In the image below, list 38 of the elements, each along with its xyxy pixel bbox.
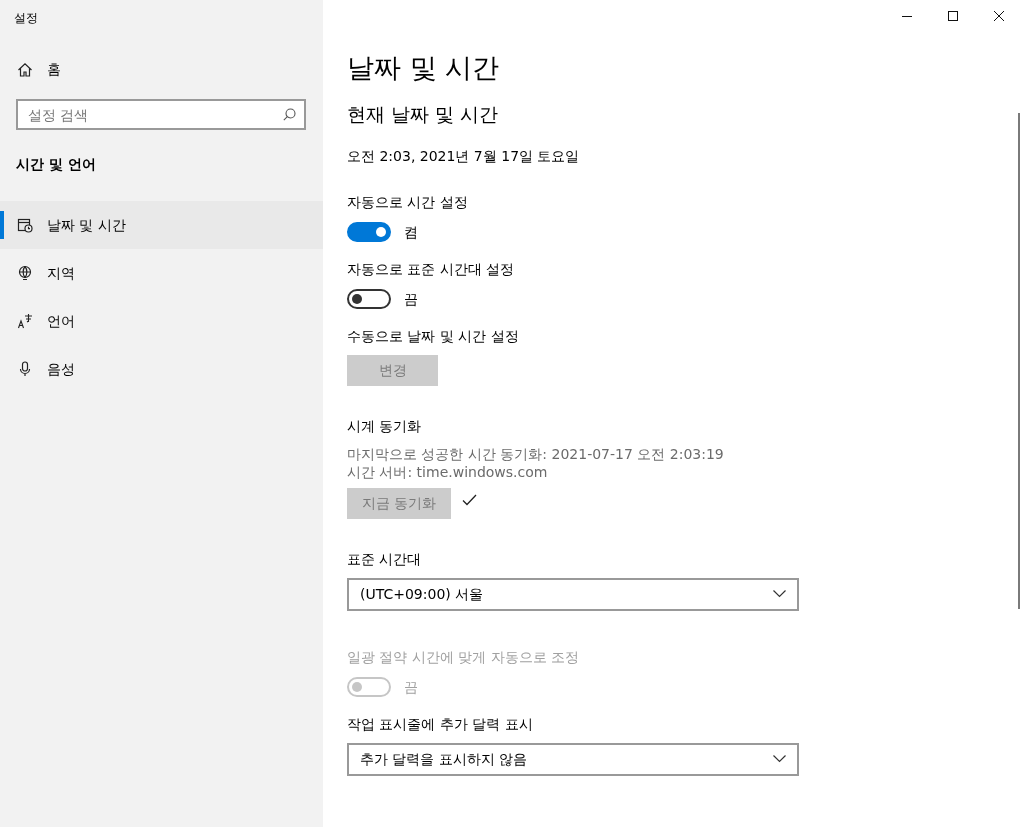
nav-item[interactable]: 음성 [0, 345, 323, 393]
sync-info-text: 마지막으로 성공한 시간 동기화: 2021-07-17 오전 2:03:19 [347, 444, 725, 463]
current-date-time: 오전 2:03, 2021년 7월 17일 토요일 [347, 146, 581, 166]
microphone-icon [17, 361, 33, 377]
chevron-down-icon [773, 590, 786, 598]
nav-item[interactable]: 언어 [0, 297, 323, 345]
scrollbar-thumb[interactable] [1018, 113, 1020, 609]
nav-item[interactable]: 날짜 및 시간 [0, 201, 323, 249]
close-icon [994, 11, 1004, 21]
setting-label: 표준 시간대 [347, 549, 423, 569]
home-icon [17, 61, 33, 78]
toggle-state-label: 켬 [404, 222, 418, 242]
nav-item[interactable]: 지역 [0, 249, 323, 297]
window-title: 설정 [13, 10, 39, 27]
section-heading: 시간 및 언어 [16, 155, 97, 174]
setting-label: 자동으로 시간 설정 [347, 192, 469, 212]
dropdown[interactable]: (UTC+09:00) 서울 [347, 577, 799, 611]
globe-icon [17, 265, 33, 281]
toggle-state-label: 끔 [404, 289, 418, 309]
maximize-icon [948, 11, 958, 21]
section-subtitle: 현재 날짜 및 시간 [347, 102, 500, 127]
toggle-switch[interactable] [347, 222, 391, 242]
setting-label: 수동으로 날짜 및 시간 설정 [347, 326, 520, 346]
setting-label: 시계 동기화 [347, 416, 423, 436]
toggle-switch[interactable] [347, 289, 391, 309]
search-field[interactable]: 설정 검색 [16, 99, 306, 130]
dropdown[interactable]: 추가 달력을 표시하지 않음 [347, 742, 799, 776]
home-link[interactable]: 홈 [17, 59, 61, 80]
page-title: 날짜 및 시간 [347, 51, 501, 85]
sync-info-text: 시간 서버: time.windows.com [347, 462, 549, 481]
language-icon [17, 313, 33, 329]
toggle-state-label: 끔 [404, 677, 418, 697]
setting-label: 작업 표시줄에 추가 달력 표시 [347, 714, 534, 734]
setting-label: 일광 절약 시간에 맞게 자동으로 조정 [347, 647, 581, 667]
setting-label: 자동으로 표준 시간대 설정 [347, 259, 516, 279]
chevron-down-icon [773, 755, 786, 763]
calendar-clock-icon [17, 217, 33, 233]
search-icon [283, 108, 296, 121]
